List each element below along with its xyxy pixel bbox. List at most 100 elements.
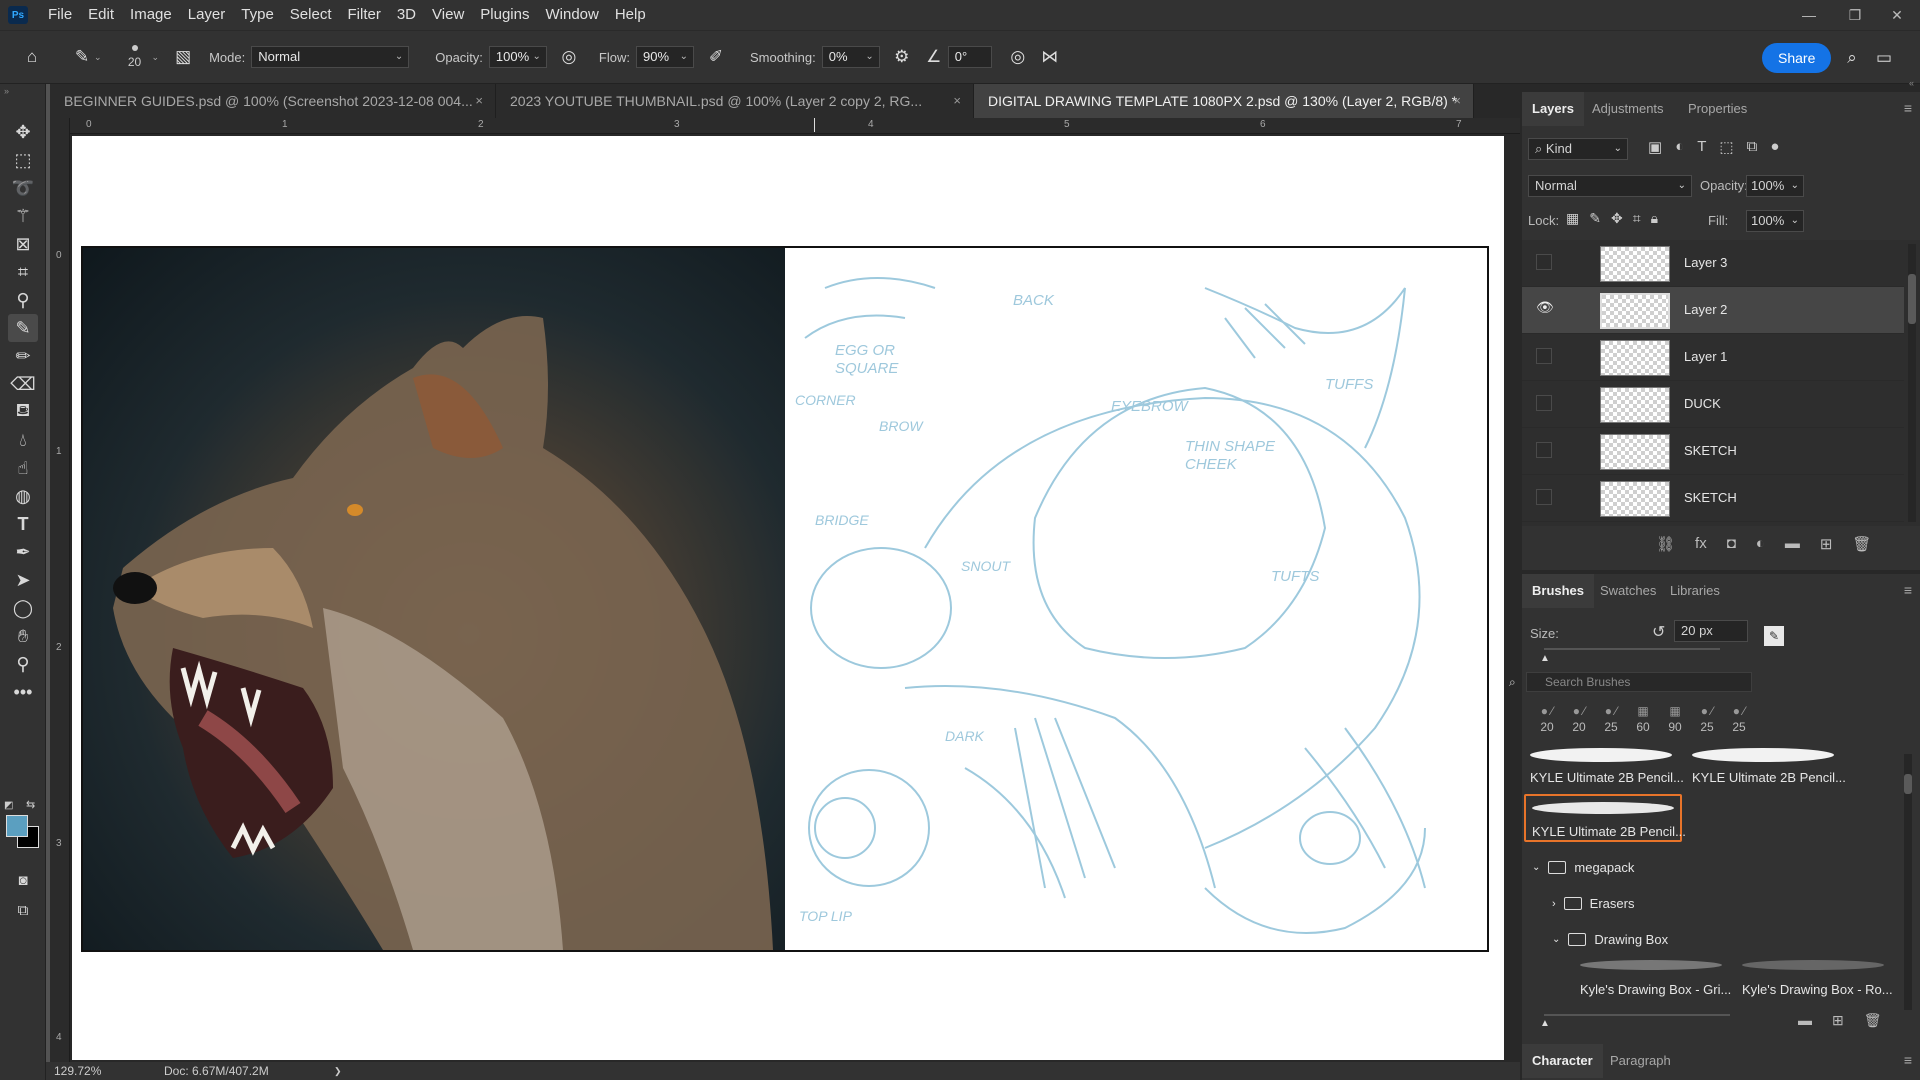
new-layer-icon[interactable]: ⊞ — [1820, 535, 1833, 553]
lock-artboard-icon[interactable]: ⌗ — [1633, 210, 1641, 227]
marquee-tool-icon[interactable]: ⬚ — [8, 146, 38, 174]
fill-field[interactable]: 100% ⌄ — [1746, 210, 1804, 232]
recent-brush-tip-icon[interactable]: ● ⁄ — [1724, 704, 1754, 718]
search-brushes-input[interactable]: ⌕ Search Brushes — [1509, 672, 1752, 692]
visibility-toggle[interactable] — [1536, 348, 1552, 364]
type-filter-icon[interactable]: T — [1697, 138, 1706, 156]
ruler-horizontal[interactable]: 0 1 2 3 4 5 6 7 — [70, 118, 1520, 134]
tab-adjustments[interactable]: Adjustments — [1582, 92, 1674, 126]
brush-preset-card[interactable]: KYLE Ultimate 2B Pencil... — [1686, 742, 1846, 790]
drawing-template-frame[interactable]: BACK EGG OR SQUARE CORNER BROW EYEBROW T… — [81, 246, 1489, 952]
lasso-tool-icon[interactable]: ➰ — [8, 174, 38, 202]
layer-row-sketch-2[interactable]: SKETCH — [1522, 475, 1904, 522]
menu-filter[interactable]: Filter — [340, 0, 389, 30]
menu-plugins[interactable]: Plugins — [472, 0, 537, 30]
visibility-toggle[interactable] — [1536, 254, 1552, 270]
recent-brush-tip-icon[interactable]: ▦ — [1628, 704, 1658, 718]
move-tool-icon[interactable]: ✥ — [8, 118, 38, 146]
close-window-icon[interactable]: ✕ — [1874, 0, 1920, 30]
brush-settings-icon[interactable]: ▧ — [169, 43, 197, 71]
gear-icon[interactable]: ⚙ — [888, 43, 916, 71]
new-folder-icon[interactable]: ▬ — [1798, 1012, 1812, 1029]
ruler-vertical[interactable]: 0 1 2 3 4 — [50, 118, 70, 1062]
magic-wand-tool-icon[interactable]: ⚚ — [8, 202, 38, 230]
layer-row-layer-2[interactable]: 👁︎ Layer 2 — [1522, 287, 1904, 334]
opacity-field[interactable]: 100% ⌄ — [488, 46, 547, 68]
swap-colors-icon[interactable]: ⇆ — [26, 798, 35, 811]
layer-row-sketch[interactable]: SKETCH — [1522, 428, 1904, 475]
smudge-tool-icon[interactable]: ☝︎ — [8, 454, 38, 482]
smart-object-filter-icon[interactable]: ⧉ — [1747, 138, 1758, 156]
search-icon[interactable]: ⌕ — [1838, 44, 1866, 72]
sponge-tool-icon[interactable]: ◍ — [8, 482, 38, 510]
tab-libraries[interactable]: Libraries — [1660, 574, 1730, 608]
visibility-toggle[interactable] — [1536, 395, 1552, 411]
delete-layer-icon[interactable]: 🗑︎ — [1852, 535, 1871, 553]
folder-erasers[interactable]: › Erasers — [1552, 896, 1634, 911]
brush-preset-card[interactable]: Kyle's Drawing Box - Gri... — [1574, 954, 1732, 1002]
pixel-filter-icon[interactable]: ▣ — [1648, 138, 1662, 156]
status-menu-arrow[interactable]: ❯ — [334, 1066, 342, 1077]
pencil-tool-icon[interactable]: ✏ — [8, 342, 38, 370]
angle-icon[interactable]: ∠ — [920, 43, 948, 71]
doc-tab-digital-drawing-template[interactable]: DIGITAL DRAWING TEMPLATE 1080PX 2.psd @ … — [974, 84, 1474, 118]
recent-brush-tip-icon[interactable]: ● ⁄ — [1692, 704, 1722, 718]
flow-field[interactable]: 90% ⌄ — [635, 46, 694, 68]
doc-tab-youtube-thumbnail[interactable]: 2023 YOUTUBE THUMBNAIL.psd @ 100% (Layer… — [496, 84, 974, 118]
menu-view[interactable]: View — [424, 0, 472, 30]
blend-mode-dropdown[interactable]: Normal ⌄ — [1528, 175, 1692, 197]
lock-transparent-icon[interactable]: ▦ — [1566, 210, 1579, 227]
share-button[interactable]: Share — [1762, 43, 1832, 73]
symmetry-icon[interactable]: ⋈ — [1036, 43, 1064, 71]
chevron-down-icon[interactable]: ⌄ — [1532, 862, 1540, 873]
close-tab-icon[interactable]: × — [1453, 84, 1461, 118]
more-tools-icon[interactable]: ••• — [8, 678, 38, 706]
brush-tool-icon[interactable]: ✎ — [68, 43, 96, 71]
ellipse-tool-icon[interactable]: ◯ — [8, 594, 38, 622]
menu-type[interactable]: Type — [233, 0, 282, 30]
type-tool-icon[interactable]: T — [8, 510, 38, 538]
folder-megapack[interactable]: ⌄ megapack — [1532, 860, 1634, 875]
angle-field[interactable]: 0° — [947, 46, 992, 68]
brush-preset-picker[interactable]: 20 — [122, 45, 148, 69]
collapse-panels-icon[interactable]: « — [1909, 78, 1914, 88]
airbrush-icon[interactable]: ✐ — [702, 43, 730, 71]
layer-row-layer-1[interactable]: Layer 1 — [1522, 334, 1904, 381]
workspace-icon[interactable]: ▭ — [1870, 44, 1898, 72]
panel-menu-icon[interactable]: ≡ — [1904, 100, 1912, 116]
tab-brushes[interactable]: Brushes — [1522, 574, 1595, 608]
link-layers-icon[interactable]: ⛓ — [1656, 535, 1675, 553]
layer-opacity-field[interactable]: 100% ⌄ — [1746, 175, 1804, 197]
new-group-icon[interactable]: ▬ — [1785, 535, 1800, 553]
preview-size-slider[interactable] — [1544, 1014, 1730, 1016]
zoom-tool-icon[interactable]: ⚲ — [8, 650, 38, 678]
pen-tool-icon[interactable]: ✒ — [8, 538, 38, 566]
tab-swatches[interactable]: Swatches — [1590, 574, 1666, 608]
close-tab-icon[interactable]: × — [475, 84, 483, 118]
filter-kind-dropdown[interactable]: ⌕ Kind ⌄ — [1528, 138, 1628, 160]
menu-select[interactable]: Select — [282, 0, 340, 30]
brush-tool-selected-icon[interactable]: ✎ — [8, 314, 38, 342]
menu-file[interactable]: File — [40, 0, 80, 30]
minimize-icon[interactable]: — — [1786, 0, 1832, 30]
menu-edit[interactable]: Edit — [80, 0, 122, 30]
brushes-scrollbar[interactable] — [1904, 754, 1912, 1010]
collapse-toolbar-icon[interactable]: » — [4, 86, 9, 96]
recent-brush-tip-icon[interactable]: ● ⁄ — [1596, 704, 1626, 718]
eraser-tool-icon[interactable]: ⌫ — [8, 370, 38, 398]
close-tab-icon[interactable]: × — [953, 84, 961, 118]
zoom-level[interactable]: 129.72% — [54, 1064, 134, 1078]
tab-properties[interactable]: Properties — [1678, 92, 1757, 126]
home-icon[interactable]: ⌂ — [18, 43, 46, 71]
quick-mask-icon[interactable]: ◙ — [8, 866, 38, 894]
size-slider-track[interactable] — [1544, 648, 1720, 650]
doc-tab-beginner-guides[interactable]: BEGINNER GUIDES.psd @ 100% (Screenshot 2… — [50, 84, 496, 118]
new-brush-icon[interactable]: ⊞ — [1832, 1012, 1844, 1029]
pressure-size-icon[interactable]: ◎ — [1004, 43, 1032, 71]
menu-help[interactable]: Help — [607, 0, 654, 30]
filter-toggle-icon[interactable]: ● — [1770, 138, 1779, 156]
crop-tool-icon[interactable]: ⌗ — [8, 258, 38, 286]
menu-layer[interactable]: Layer — [180, 0, 234, 30]
brush-preset-card[interactable]: Kyle's Drawing Box - Ro... — [1736, 954, 1894, 1002]
recent-brush-tip-icon[interactable]: ● ⁄ — [1532, 704, 1562, 718]
